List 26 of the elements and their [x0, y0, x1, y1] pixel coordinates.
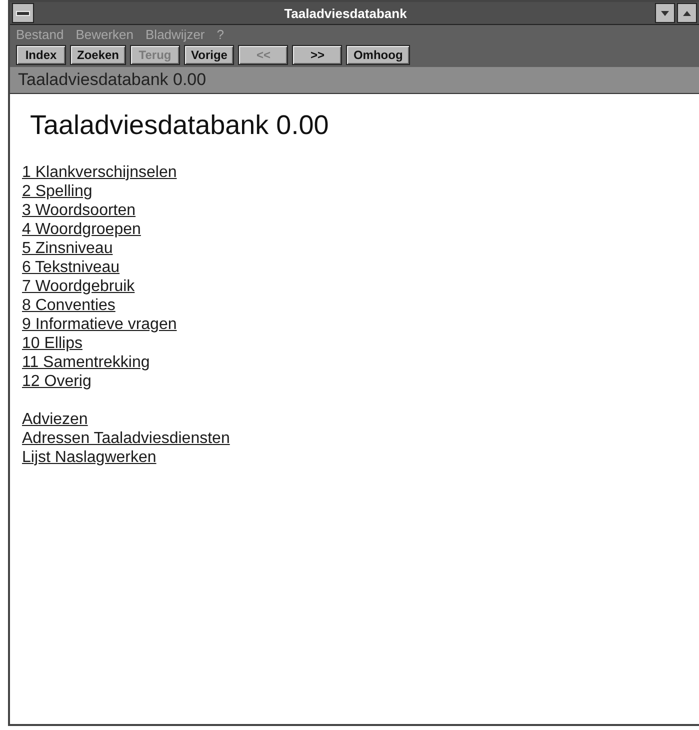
toolbar-button[interactable]: >> [292, 45, 342, 65]
topic-link[interactable]: 5 Zinsniveau [22, 240, 113, 257]
toolbar-button[interactable]: Omhoog [346, 45, 410, 65]
topic-link[interactable]: Lijst Naslagwerken [22, 449, 156, 466]
topic-link[interactable]: 4 Woordgroepen [22, 221, 141, 238]
toolbar-button[interactable]: Zoeken [70, 45, 126, 65]
toolbar-button[interactable]: Index [16, 45, 66, 65]
topic-link[interactable]: 12 Overig [22, 373, 92, 390]
page-heading: Taaladviesdatabank 0.00 [30, 110, 330, 141]
topic-link[interactable]: 8 Conventies [22, 297, 116, 314]
topic-title: Taaladviesdatabank 0.00 [18, 70, 206, 90]
topic-link[interactable]: 9 Informatieve vragen [22, 316, 177, 333]
topic-link[interactable]: Adviezen [22, 411, 88, 428]
window-title: Taaladviesdatabank [283, 6, 408, 20]
system-menu-icon[interactable] [12, 3, 34, 23]
topic-link[interactable]: 11 Samentrekking [22, 354, 150, 371]
minimize-icon[interactable] [655, 3, 675, 23]
topic-link[interactable]: 3 Woordsoorten [22, 202, 136, 219]
topic-link[interactable]: Adressen Taaladviesdiensten [22, 430, 230, 447]
topic-link[interactable]: 1 Klankverschijnselen [22, 164, 177, 181]
toolbar-button[interactable]: Vorige [184, 45, 234, 65]
topic-link[interactable]: 7 Woordgebruik [22, 278, 135, 295]
topic-link[interactable]: 10 Ellips [22, 335, 82, 352]
topic-link[interactable]: 6 Tekstniveau [22, 259, 120, 276]
maximize-icon[interactable] [677, 3, 697, 23]
topic-link[interactable]: 2 Spelling [22, 183, 92, 200]
